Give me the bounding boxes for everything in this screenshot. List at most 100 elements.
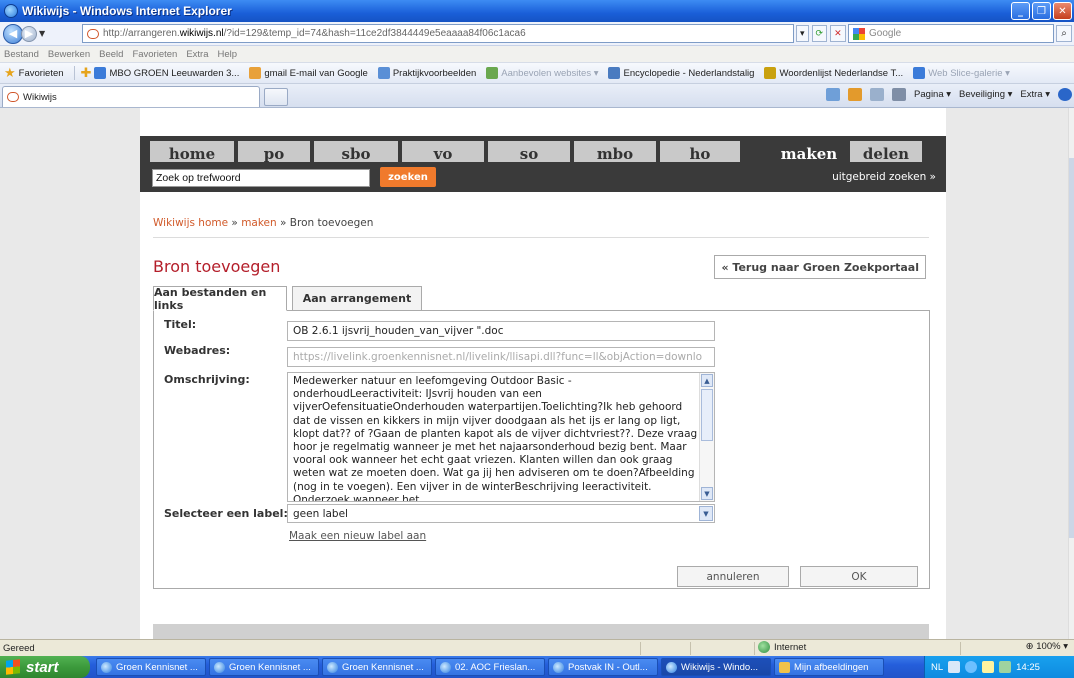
history-dropdown-icon[interactable]: ▼ xyxy=(39,29,47,38)
favorite-item-woordenlijst[interactable]: Woordenlijst Nederlandse T... xyxy=(764,67,903,79)
address-tools: ▾ ⟳ ✕ xyxy=(796,25,846,42)
textarea-scrollbar[interactable]: ▲ ▼ xyxy=(699,373,714,501)
favorite-page-icon xyxy=(486,67,499,79)
taskbar-item[interactable]: Postvak IN - Outl... xyxy=(548,658,658,676)
tab-arrangement[interactable]: Aan arrangement xyxy=(292,286,422,311)
favorite-item-mbo-groen[interactable]: MBO GROEN Leeuwarden 3... xyxy=(94,67,239,79)
taskbar-item[interactable]: Mijn afbeeldingen xyxy=(774,658,884,676)
close-button[interactable]: ✕ xyxy=(1053,2,1072,20)
wireless-icon[interactable] xyxy=(982,661,995,673)
zoom-icon: ⊕ xyxy=(1025,641,1037,652)
divider xyxy=(153,237,929,238)
titel-field[interactable]: OB 2.6.1 ijsvrij_houden_van_vijver ".doc xyxy=(287,321,715,341)
mail-icon[interactable] xyxy=(870,88,885,101)
favorites-button[interactable]: ★ Favorieten xyxy=(0,65,64,81)
omschrijving-textarea[interactable]: Medewerker natuur en leefomgeving Outdoo… xyxy=(287,372,715,502)
keyboard-icon[interactable] xyxy=(948,661,961,673)
menu-bewerken[interactable]: Bewerken xyxy=(48,49,90,60)
favorites-label: Favorieten xyxy=(18,67,64,79)
menu-favorieten[interactable]: Favorieten xyxy=(132,49,177,60)
taskbar-item[interactable]: 02. AOC Frieslan... xyxy=(435,658,545,676)
favorite-label: Praktijkvoorbeelden xyxy=(392,67,477,79)
back-to-portal-button[interactable]: « Terug naar Groen Zoekportaal xyxy=(714,255,926,279)
taskbar-item[interactable]: Groen Kennisnet ... xyxy=(322,658,432,676)
keyword-input[interactable]: Zoek op trefwoord xyxy=(152,169,370,187)
favorite-label: Woordenlijst Nederlandse T... xyxy=(779,67,904,79)
tab-files-and-links[interactable]: Aan bestanden en links xyxy=(153,286,287,312)
menu-help[interactable]: Help xyxy=(218,49,238,60)
address-input[interactable]: http://arrangeren. wikiwijs.nl/?id=129&te… xyxy=(82,24,794,43)
menu-bestand[interactable]: Bestand xyxy=(4,49,39,60)
ok-button[interactable]: OK xyxy=(800,566,918,587)
zoom-control[interactable]: ⊕ 100% ▾ xyxy=(1026,641,1068,652)
webadres-field[interactable]: https://livelink.groenkennisnet.nl/livel… xyxy=(287,347,715,367)
start-button[interactable]: start xyxy=(0,656,90,678)
add-favorite-icon[interactable]: ✚ xyxy=(81,65,92,81)
omschrijving-label: Omschrijving: xyxy=(164,373,250,386)
zoom-level: 100% xyxy=(1036,641,1061,652)
volume-icon[interactable] xyxy=(999,661,1012,673)
home-icon[interactable] xyxy=(826,88,841,101)
globe-icon xyxy=(758,641,770,653)
zoom-dropdown-icon: ▾ xyxy=(1060,641,1068,652)
menu-extra[interactable]: Extra xyxy=(186,49,208,60)
search-go-icon[interactable]: ⌕ xyxy=(1056,25,1072,42)
page-scroll-thumb[interactable] xyxy=(1069,158,1074,538)
refresh-icon[interactable]: ⟳ xyxy=(811,25,828,42)
forward-arrow-icon[interactable]: ▶ xyxy=(21,25,37,42)
print-icon[interactable] xyxy=(892,88,907,101)
folder-icon xyxy=(779,661,790,673)
help-icon[interactable] xyxy=(1058,88,1072,101)
zoeken-button[interactable]: zoeken xyxy=(380,167,436,187)
command-beveiliging[interactable]: Beveiliging ▾ xyxy=(959,89,1012,100)
status-divider xyxy=(690,642,691,655)
search-input[interactable]: Google xyxy=(848,24,1054,43)
scroll-up-icon[interactable]: ▲ xyxy=(701,374,713,387)
clock: 14:25 xyxy=(1016,661,1040,673)
favorites-star-icon: ★ xyxy=(4,65,16,80)
taskbar-item-active[interactable]: Wikiwijs - Windo... xyxy=(661,658,771,676)
new-label-link[interactable]: Maak een nieuw label aan xyxy=(289,530,426,542)
scroll-down-icon[interactable]: ▼ xyxy=(701,487,713,500)
breadcrumb-maken-link[interactable]: maken xyxy=(241,217,276,229)
new-tab-button[interactable] xyxy=(264,88,288,106)
command-pagina[interactable]: Pagina ▾ xyxy=(914,89,951,100)
tab-wikiwijs[interactable]: Wikiwijs xyxy=(2,86,260,107)
taskbar-item-label: Mijn afbeeldingen xyxy=(794,661,869,673)
favorite-item-aanbevolen[interactable]: Aanbevolen websites ▾ xyxy=(486,67,598,79)
breadcrumb: Wikiwijs home » maken » Bron toevoegen xyxy=(153,217,373,229)
favorite-item-web-slice[interactable]: Web Slice-galerie ▾ xyxy=(913,67,1010,79)
page-scrollbar[interactable] xyxy=(1068,108,1074,639)
address-row: ◀ ▶ ▼ http://arrangeren. wikiwijs.nl/?id=… xyxy=(0,22,1074,46)
feeds-icon[interactable] xyxy=(848,88,863,101)
restore-button[interactable]: ❐ xyxy=(1032,2,1051,20)
taskbar-item[interactable]: Groen Kennisnet ... xyxy=(209,658,319,676)
omschrijving-text: Medewerker natuur en leefomgeving Outdoo… xyxy=(293,375,698,502)
favorite-label: Encyclopedie - Nederlandstalig xyxy=(623,67,755,79)
advanced-search-link[interactable]: uitgebreid zoeken » xyxy=(832,171,936,183)
breadcrumb-separator: » xyxy=(276,217,290,229)
breadcrumb-home-link[interactable]: Wikiwijs home xyxy=(153,217,228,229)
security-zone[interactable]: Internet xyxy=(758,641,806,653)
network-icon[interactable] xyxy=(965,661,978,673)
footer-bar xyxy=(153,624,929,639)
command-extra[interactable]: Extra ▾ xyxy=(1020,89,1050,100)
favorite-item-encyclopedie[interactable]: Encyclopedie - Nederlandstalig xyxy=(608,67,754,79)
window-controls: _ ❐ ✕ xyxy=(1011,2,1072,20)
menu-beeld[interactable]: Beeld xyxy=(99,49,123,60)
cancel-button[interactable]: annuleren xyxy=(677,566,789,587)
site-favicon-icon xyxy=(87,28,99,39)
tab-label: Wikiwijs xyxy=(23,91,57,103)
stop-icon[interactable]: ✕ xyxy=(830,25,846,42)
language-indicator[interactable]: NL xyxy=(931,662,943,673)
scroll-thumb[interactable] xyxy=(701,389,713,441)
favorite-item-gmail[interactable]: gmail E-mail van Google xyxy=(249,67,368,79)
minimize-button[interactable]: _ xyxy=(1011,2,1030,20)
url-dropdown-icon[interactable]: ▾ xyxy=(796,25,809,42)
taskbar-item[interactable]: Groen Kennisnet ... xyxy=(96,658,206,676)
label-select[interactable]: geen label ▼ xyxy=(287,504,715,523)
chevron-down-icon[interactable]: ▼ xyxy=(699,506,713,521)
back-arrow-icon[interactable]: ◀ xyxy=(3,23,23,44)
favorite-item-praktijkvoorbeelden[interactable]: Praktijkvoorbeelden xyxy=(377,67,477,79)
status-divider xyxy=(754,642,755,655)
